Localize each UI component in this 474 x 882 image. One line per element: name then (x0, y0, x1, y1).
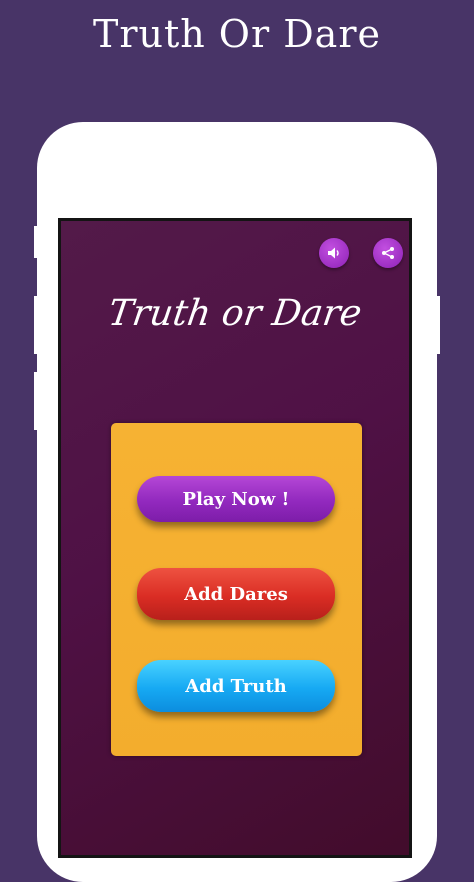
speaker-icon (328, 247, 339, 259)
add-truth-button[interactable]: Add Truth (137, 660, 335, 712)
play-now-button[interactable]: Play Now ! (137, 476, 335, 522)
sound-button[interactable] (319, 238, 349, 268)
menu-panel: Play Now ! Add Dares Add Truth (111, 423, 362, 756)
app-title: Truth or Dare (105, 293, 365, 334)
app-screen: Truth or Dare Play Now ! Add Dares Add T… (58, 218, 412, 858)
share-button[interactable] (373, 238, 403, 268)
add-dares-button[interactable]: Add Dares (137, 568, 335, 620)
promo-title: Truth Or Dare (93, 12, 381, 56)
share-icon (382, 247, 394, 259)
